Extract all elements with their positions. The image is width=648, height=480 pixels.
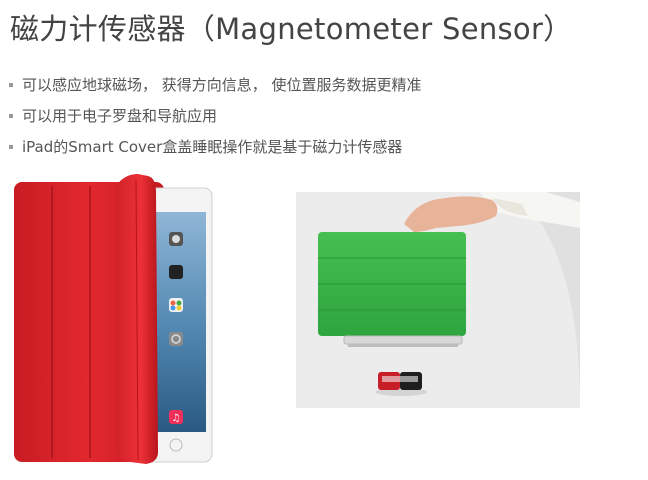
bullet-icon	[9, 145, 13, 149]
ipad-smart-cover-illustration: ♫	[14, 174, 213, 464]
bullet-icon	[9, 114, 13, 118]
ipad-smart-cover-image: ♫	[12, 172, 217, 468]
bullet-text: 可以用于电子罗盘和导航应用	[22, 107, 218, 125]
bullet-list: 可以感应地球磁场， 获得方向信息， 使位置服务数据更精准 可以用于电子罗盘和导航…	[8, 74, 422, 167]
bullet-icon	[9, 83, 13, 87]
bullet-text: 可以感应地球磁场， 获得方向信息， 使位置服务数据更精准	[22, 76, 422, 94]
magnet-demo-illustration	[296, 192, 580, 408]
slide-title: 磁力计传感器（Magnetometer Sensor）	[10, 12, 573, 46]
bullet-item: 可以用于电子罗盘和导航应用	[8, 105, 422, 136]
bullet-item: iPad的Smart Cover盒盖睡眠操作就是基于磁力计传感器	[8, 136, 422, 167]
bullet-text: iPad的Smart Cover盒盖睡眠操作就是基于磁力计传感器	[22, 138, 403, 156]
magnet-demo-photo	[296, 192, 580, 408]
bullet-item: 可以感应地球磁场， 获得方向信息， 使位置服务数据更精准	[8, 74, 422, 105]
svg-text:♫: ♫	[172, 413, 181, 424]
